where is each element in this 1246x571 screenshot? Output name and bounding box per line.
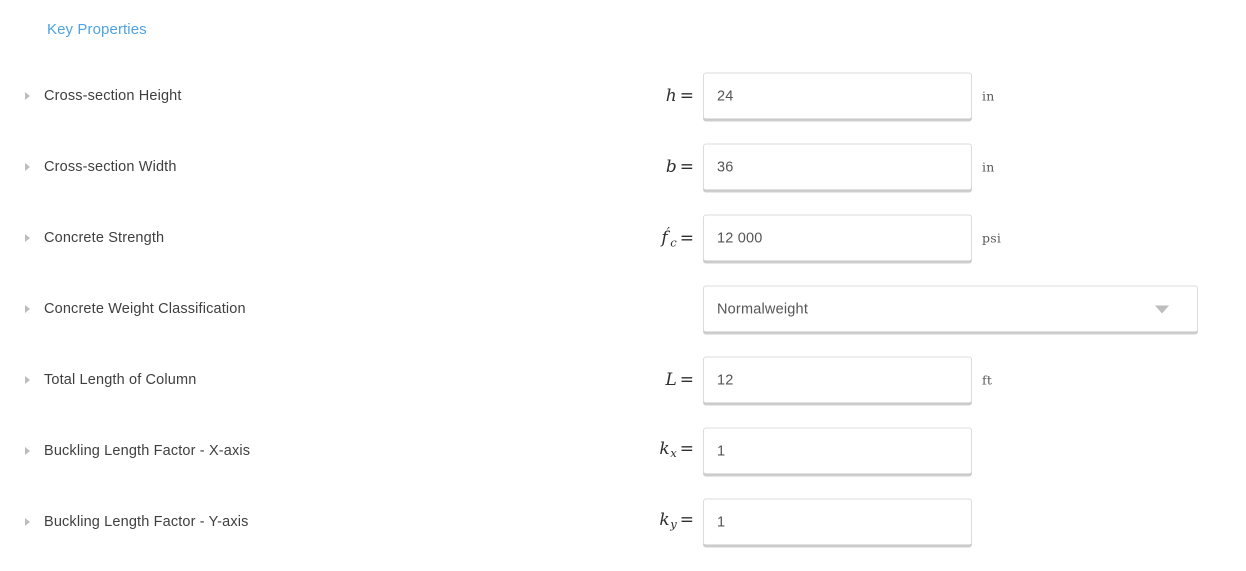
variable-symbol-cross-section-width: b = bbox=[666, 157, 694, 177]
row-label-cross-section-width[interactable]: Cross-section Width bbox=[22, 158, 177, 176]
symbol-glyph: k bbox=[659, 438, 670, 459]
input-total-length-of-column[interactable] bbox=[703, 356, 972, 404]
variable-symbol-buckling-length-factor-x-axis: kx = bbox=[659, 439, 694, 463]
triangle-right-icon[interactable] bbox=[22, 373, 36, 387]
section-title-key-properties[interactable]: Key Properties bbox=[47, 21, 147, 39]
row-label-buckling-length-factor-y-axis[interactable]: Buckling Length Factor - Y-axis bbox=[22, 513, 249, 531]
property-row-buckling-length-factor-y-axis: Buckling Length Factor - Y-axis ky = bbox=[0, 494, 1246, 550]
dropdown-selected-value: Normalweight bbox=[717, 301, 809, 317]
triangle-right-icon[interactable] bbox=[22, 160, 36, 174]
variable-symbol-total-length-of-column: L = bbox=[665, 370, 694, 390]
symbol-subscript: y bbox=[670, 517, 677, 532]
input-cross-section-width[interactable] bbox=[703, 143, 972, 191]
variable-symbol-concrete-strength: f′c = bbox=[661, 224, 694, 253]
property-row-concrete-strength: Concrete Strength f′c= psi bbox=[0, 210, 1246, 266]
equals-sign: = bbox=[679, 86, 694, 106]
triangle-right-icon[interactable] bbox=[22, 231, 36, 245]
variable-symbol-cross-section-height: h = bbox=[666, 86, 694, 106]
property-row-total-length-of-column: Total Length of Column L= ft bbox=[0, 352, 1246, 408]
variable-symbol-buckling-length-factor-y-axis: ky = bbox=[659, 510, 694, 534]
unit-label-cross-section-width: in bbox=[982, 159, 995, 175]
field-wrap-total-length-of-column: ft bbox=[703, 356, 993, 404]
equals-sign: = bbox=[679, 228, 694, 249]
unit-label-concrete-strength: psi bbox=[982, 230, 1002, 246]
property-row-buckling-length-factor-x-axis: Buckling Length Factor - X-axis kx = bbox=[0, 423, 1246, 479]
property-row-concrete-weight-classification: Concrete Weight Classification Normalweig… bbox=[0, 281, 1246, 337]
property-label-text: Buckling Length Factor - X-axis bbox=[44, 443, 251, 459]
row-label-cross-section-height[interactable]: Cross-section Height bbox=[22, 87, 182, 105]
triangle-right-icon[interactable] bbox=[22, 515, 36, 529]
row-label-concrete-strength[interactable]: Concrete Strength bbox=[22, 229, 164, 247]
property-label-text: Cross-section Width bbox=[44, 159, 177, 175]
property-label-text: Concrete Strength bbox=[44, 230, 165, 246]
property-label-text: Total Length of Column bbox=[44, 372, 197, 388]
unit-label-cross-section-height: in bbox=[982, 88, 995, 104]
symbol-glyph: k bbox=[659, 509, 670, 530]
property-label-text: Buckling Length Factor - Y-axis bbox=[44, 514, 249, 530]
equals-sign: = bbox=[679, 438, 694, 459]
symbol-glyph: L bbox=[665, 370, 677, 390]
property-label-text: Cross-section Height bbox=[44, 88, 182, 104]
row-label-total-length-of-column[interactable]: Total Length of Column bbox=[22, 371, 196, 389]
input-buckling-length-factor-x-axis[interactable] bbox=[703, 427, 972, 475]
property-row-cross-section-height: Cross-section Height h= in bbox=[0, 68, 1246, 124]
property-label-text: Concrete Weight Classification bbox=[44, 301, 246, 317]
equals-sign: = bbox=[679, 157, 694, 177]
chevron-down-icon[interactable] bbox=[1155, 305, 1169, 313]
symbol-glyph: h bbox=[665, 86, 677, 106]
property-row-cross-section-width: Cross-section Width b= in bbox=[0, 139, 1246, 195]
triangle-right-icon[interactable] bbox=[22, 89, 36, 103]
equals-sign: = bbox=[679, 370, 694, 390]
row-label-concrete-weight-classification[interactable]: Concrete Weight Classification bbox=[22, 300, 246, 318]
triangle-right-icon[interactable] bbox=[22, 302, 36, 316]
unit-label-total-length-of-column: ft bbox=[982, 372, 993, 388]
field-wrap-cross-section-width: in bbox=[703, 143, 995, 191]
symbol-glyph: f′c bbox=[661, 225, 677, 250]
input-cross-section-height[interactable] bbox=[703, 72, 972, 120]
key-properties-panel: Key Properties Cross-section Heighth=inC… bbox=[0, 0, 1246, 571]
field-wrap-buckling-length-factor-x-axis bbox=[703, 427, 972, 475]
equals-sign: = bbox=[679, 509, 694, 530]
input-concrete-strength[interactable] bbox=[703, 214, 972, 262]
symbol-subscript: x bbox=[670, 446, 677, 461]
dropdown-concrete-weight-classification[interactable]: Normalweight bbox=[703, 285, 1198, 333]
triangle-right-icon[interactable] bbox=[22, 444, 36, 458]
symbol-glyph: b bbox=[665, 157, 677, 177]
symbol-subscript: c bbox=[670, 235, 677, 250]
input-buckling-length-factor-y-axis[interactable] bbox=[703, 498, 972, 546]
prime-mark: ′ bbox=[666, 225, 670, 242]
field-wrap-buckling-length-factor-y-axis bbox=[703, 498, 972, 546]
field-wrap-concrete-strength: psi bbox=[703, 214, 1002, 262]
row-label-buckling-length-factor-x-axis[interactable]: Buckling Length Factor - X-axis bbox=[22, 442, 250, 460]
dropdown-control[interactable]: Normalweight bbox=[703, 285, 1198, 333]
field-wrap-cross-section-height: in bbox=[703, 72, 995, 120]
